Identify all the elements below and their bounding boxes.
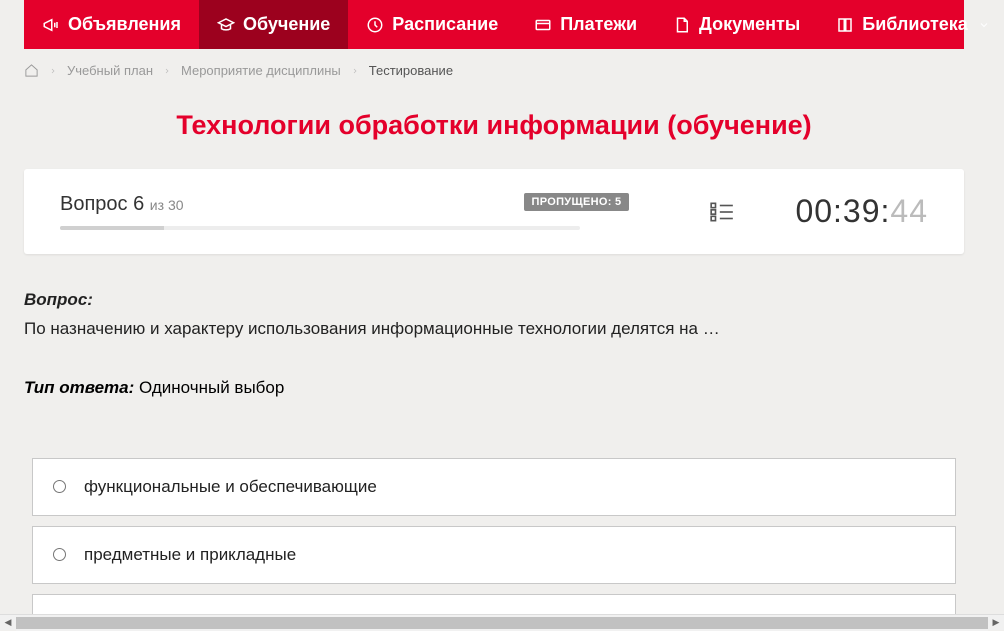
- answers-list: функциональные и обеспечивающие предметн…: [24, 458, 964, 615]
- chevron-right-icon: [49, 67, 57, 75]
- breadcrumb-current: Тестирование: [369, 63, 453, 78]
- question-heading: Вопрос:: [24, 290, 964, 310]
- question-content: Вопрос: По назначению и характеру исполь…: [24, 290, 964, 614]
- question-list-icon[interactable]: [709, 199, 735, 225]
- nav-label: Платежи: [560, 14, 637, 35]
- file-icon: [673, 16, 691, 34]
- scroll-right-arrow[interactable]: ▶: [988, 615, 1004, 631]
- answer-type: Тип ответа: Одиночный выбор: [24, 378, 964, 398]
- nav-label: Объявления: [68, 14, 181, 35]
- answer-text: функциональные и обеспечивающие: [84, 477, 377, 497]
- breadcrumb-link[interactable]: Учебный план: [67, 63, 153, 78]
- answer-text: предметные и прикладные: [84, 545, 296, 565]
- answer-radio[interactable]: [53, 548, 66, 561]
- answer-radio[interactable]: [53, 480, 66, 493]
- nav-learning[interactable]: Обучение: [199, 0, 348, 49]
- horizontal-scrollbar[interactable]: ◀ ▶: [0, 614, 1004, 630]
- answer-option[interactable]: отдельные (одиночные) и интегрированные: [32, 594, 956, 615]
- nav-label: Библиотека: [862, 14, 968, 35]
- home-icon[interactable]: [24, 63, 39, 78]
- clock-icon: [366, 16, 384, 34]
- nav-label: Обучение: [243, 14, 330, 35]
- chevron-right-icon: [163, 67, 171, 75]
- breadcrumb-link[interactable]: Мероприятие дисциплины: [181, 63, 341, 78]
- nav-payments[interactable]: Платежи: [516, 0, 655, 49]
- chevron-right-icon: [351, 67, 359, 75]
- skipped-badge: ПРОПУЩЕНО: 5: [524, 193, 630, 211]
- cap-icon: [217, 16, 235, 34]
- nav-label: Расписание: [392, 14, 498, 35]
- chevron-down-icon: [978, 19, 990, 31]
- answer-option[interactable]: функциональные и обеспечивающие: [32, 458, 956, 516]
- question-counter: Вопрос 6 из 30: [60, 193, 604, 216]
- megaphone-icon: [42, 16, 60, 34]
- timer: 00:39:44: [795, 193, 928, 230]
- nav-documents[interactable]: Документы: [655, 0, 818, 49]
- card-icon: [534, 16, 552, 34]
- main-navbar: Объявления Обучение Расписание Платежи Д…: [24, 0, 964, 49]
- book-icon: [836, 16, 854, 34]
- question-text: По назначению и характеру использования …: [24, 316, 964, 342]
- page-title: Технологии обработки информации (обучени…: [0, 110, 988, 141]
- nav-library[interactable]: Библиотека: [818, 0, 1004, 49]
- nav-schedule[interactable]: Расписание: [348, 0, 516, 49]
- progress-bar: [60, 226, 580, 230]
- answer-option[interactable]: предметные и прикладные: [32, 526, 956, 584]
- nav-label: Документы: [699, 14, 800, 35]
- scroll-left-arrow[interactable]: ◀: [0, 615, 16, 631]
- breadcrumb: Учебный план Мероприятие дисциплины Тест…: [24, 49, 964, 92]
- question-status-bar: Вопрос 6 из 30 ПРОПУЩЕНО: 5 00:39:44: [24, 169, 964, 254]
- nav-announcements[interactable]: Объявления: [24, 0, 199, 49]
